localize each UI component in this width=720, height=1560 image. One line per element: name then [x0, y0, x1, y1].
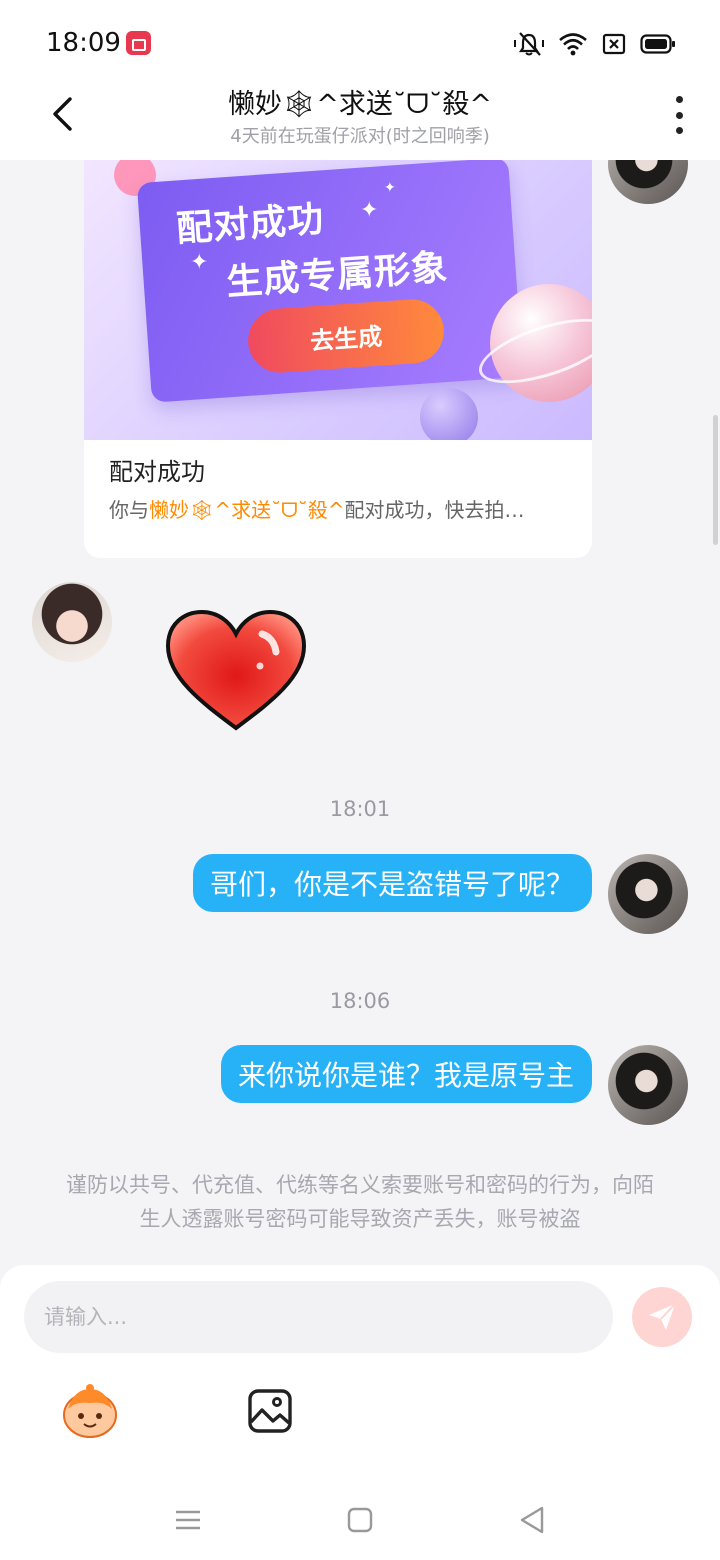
status-icons [514, 28, 676, 60]
desc-contact-name: 懒妙🕸^求送˘ᗜ˘殺^ [149, 498, 345, 522]
nav-home-button[interactable] [342, 1502, 378, 1538]
scroll-indicator[interactable] [713, 415, 718, 545]
card-description: 你与懒妙🕸^求送˘ᗜ˘殺^配对成功，快去拍… [109, 494, 579, 523]
system-nav-bar [0, 1480, 720, 1560]
more-dot-icon [675, 127, 683, 134]
match-success-card[interactable]: 配对成功 ✦ ✦ ✦ 生成专属形象 去生成 配对成功 你与懒妙🕸^求送˘ᗜ˘殺^… [84, 160, 592, 558]
desc-prefix: 你与 [109, 498, 149, 522]
planet-small-decoration-icon [420, 388, 478, 440]
message-input[interactable] [24, 1281, 613, 1353]
mute-vibrate-icon [514, 32, 544, 56]
more-dot-icon [675, 111, 683, 119]
eggy-sticker-icon [63, 1384, 117, 1438]
more-options-button[interactable] [664, 92, 694, 138]
sim-off-icon [602, 33, 626, 55]
send-button[interactable] [632, 1287, 692, 1347]
status-bar: 18:09 [0, 0, 720, 88]
chat-header: 懒妙🕸^求送˘ᗜ˘殺^ 4天前在玩蛋仔派对(时之回响季) [0, 88, 720, 160]
sparkle-icon: ✦ [190, 250, 209, 275]
sparkle-icon: ✦ [360, 198, 379, 223]
desc-suffix: 配对成功，快去拍… [344, 498, 525, 522]
status-time: 18:09 [46, 28, 121, 58]
nav-back-button[interactable] [514, 1502, 550, 1538]
image-icon [248, 1389, 292, 1433]
self-avatar[interactable] [608, 160, 688, 204]
generate-button[interactable]: 去生成 [246, 297, 446, 375]
heart-sticker-icon [165, 609, 307, 731]
more-dot-icon [675, 96, 683, 103]
self-avatar[interactable] [608, 854, 688, 934]
battery-icon [640, 34, 675, 54]
banner-headline: 配对成功 [174, 198, 326, 251]
self-avatar[interactable] [608, 1045, 688, 1125]
message-bubble[interactable]: 来你说你是谁？我是原号主 [220, 1045, 592, 1103]
security-notice: 谨防以共号、代充值、代练等名义索要账号和密码的行为，向陌生人透露账号密码可能导致… [66, 1173, 654, 1231]
menu-lines-icon [176, 1510, 200, 1530]
wifi-icon [559, 33, 587, 56]
back-triangle-icon [520, 1506, 544, 1534]
message-bubble[interactable]: 哥们，你是不是盗错号了呢？ [192, 854, 592, 912]
nav-menu-button[interactable] [170, 1502, 206, 1538]
contact-name: 懒妙🕸^求送˘ᗜ˘殺^ [228, 89, 492, 120]
contact-avatar[interactable] [32, 582, 112, 662]
contact-status: 4天前在玩蛋仔派对(时之回响季) [230, 126, 490, 147]
send-icon [649, 1303, 676, 1330]
chat-area[interactable]: 配对成功 ✦ ✦ ✦ 生成专属形象 去生成 配对成功 你与懒妙🕸^求送˘ᗜ˘殺^… [0, 160, 720, 1265]
home-square-icon [347, 1507, 373, 1533]
message-timestamp: 18:01 [329, 797, 391, 821]
match-banner: 配对成功 ✦ ✦ ✦ 生成专属形象 去生成 [84, 160, 592, 440]
screen-record-icon [126, 31, 151, 55]
card-title: 配对成功 [109, 458, 205, 486]
image-picker-button[interactable] [246, 1387, 294, 1435]
sparkle-icon: ✦ [384, 180, 396, 196]
message-timestamp: 18:06 [329, 989, 391, 1013]
sticker-button[interactable] [60, 1383, 120, 1439]
